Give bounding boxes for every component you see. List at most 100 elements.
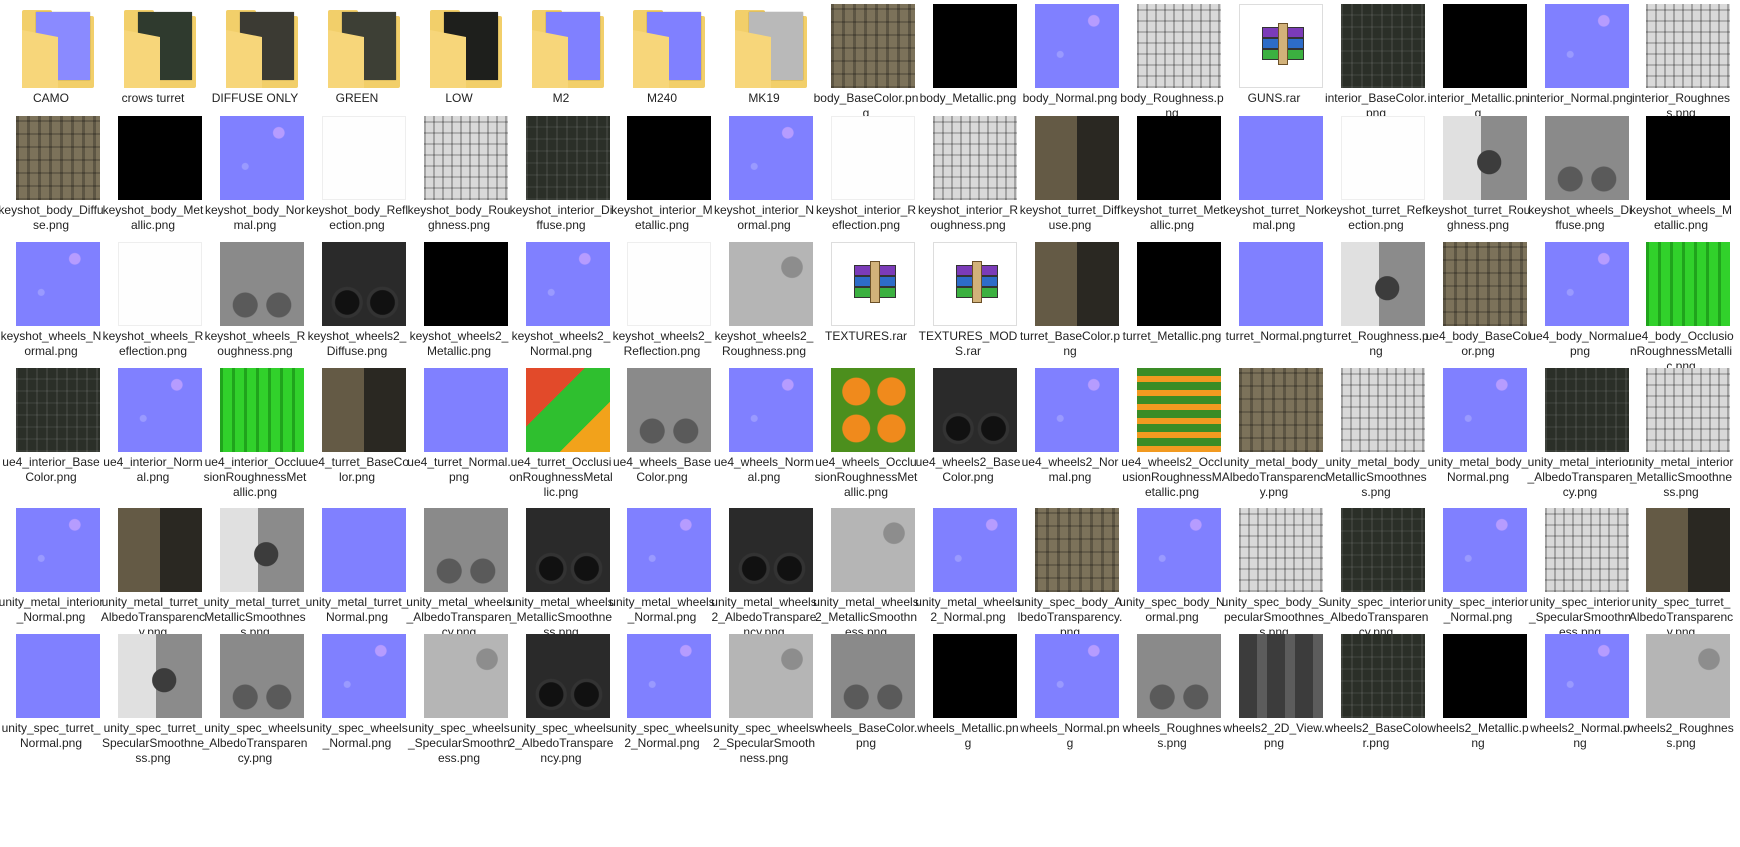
image-file-item[interactable]: unity_spec_wheels_SpecularSmoothness.png (408, 634, 510, 774)
image-file-item[interactable]: wheels_Normal.png (1019, 634, 1121, 774)
image-file-item[interactable]: unity_spec_body_AlbedoTransparency.png (1018, 508, 1122, 648)
archive-item[interactable]: TEXTURES.rar (815, 242, 917, 382)
image-file-item[interactable]: wheels_Roughness.png (1121, 634, 1223, 774)
image-file-item[interactable]: unity_spec_interior_AlbedoTransparency.p… (1324, 508, 1428, 648)
image-file-item[interactable]: keyshot_body_Normal.png (204, 116, 306, 256)
texture-thumbnail (831, 508, 915, 592)
file-name-label: turret_BaseColor.png (1019, 329, 1121, 358)
image-file-item[interactable]: keyshot_turret_Roughness.png (1426, 116, 1530, 256)
image-file-item[interactable]: ue4_interior_BaseColor.png (0, 368, 102, 508)
archive-item[interactable]: TEXTURES_MODS.rar (917, 242, 1019, 382)
image-file-item[interactable]: keyshot_body_Reflection.png (306, 116, 408, 256)
image-file-item[interactable]: unity_spec_interior_SpecularSmoothness.p… (1529, 508, 1631, 648)
image-file-item[interactable]: ue4_body_Normal.png (1529, 242, 1631, 382)
image-file-item[interactable]: unity_metal_body_MetallicSmoothness.png (1325, 368, 1427, 508)
file-name-label: unity_metal_body_Normal.png (1427, 455, 1529, 484)
image-file-item[interactable]: keyshot_interior_Diffuse.png (510, 116, 612, 256)
image-file-item[interactable]: keyshot_wheels_Metallic.png (1630, 116, 1732, 256)
image-file-item[interactable]: unity_metal_wheels_AlbedoTransparency.pn… (406, 508, 512, 648)
image-file-item[interactable]: unity_spec_wheels_AlbedoTransparency.png (203, 634, 307, 774)
texture-thumbnail (729, 508, 813, 592)
texture-thumbnail (933, 634, 1017, 718)
image-file-item[interactable]: keyshot_interior_Reflection.png (815, 116, 917, 256)
image-file-item[interactable]: keyshot_wheels2_Reflection.png (611, 242, 713, 382)
image-file-item[interactable]: keyshot_wheels_Normal.png (0, 242, 102, 382)
image-file-item[interactable]: unity_spec_interior_Normal.png (1427, 508, 1529, 648)
file-name-label: wheels2_Normal.png (1530, 721, 1630, 750)
image-file-item[interactable]: turret_Roughness.png (1323, 242, 1429, 382)
image-file-item[interactable]: keyshot_turret_Reflection.png (1324, 116, 1428, 256)
image-file-item[interactable]: keyshot_body_Diffuse.png (0, 116, 104, 256)
image-file-item[interactable]: keyshot_interior_Roughness.png (917, 116, 1019, 256)
image-file-item[interactable]: unity_spec_turret_Normal.png (0, 634, 102, 774)
image-file-item[interactable]: wheels2_Normal.png (1529, 634, 1631, 774)
image-file-item[interactable]: wheels2_Metallic.png (1427, 634, 1529, 774)
image-file-item[interactable]: keyshot_wheels_Diffuse.png (1528, 116, 1632, 256)
image-file-item[interactable]: keyshot_wheels2_Normal.png (510, 242, 612, 382)
image-file-item[interactable]: turret_Normal.png (1223, 242, 1325, 382)
image-file-item[interactable]: ue4_body_BaseColor.png (1426, 242, 1530, 382)
image-file-item[interactable]: ue4_body_OcclusionRoughnessMetallic.png (1628, 242, 1734, 382)
image-file-item[interactable]: unity_spec_wheels2_AlbedoTransparency.pn… (509, 634, 613, 774)
file-name-label: unity_metal_interior_MetallicSmoothness.… (1628, 455, 1734, 499)
image-file-item[interactable]: keyshot_turret_Diffuse.png (1019, 116, 1121, 256)
image-file-item[interactable]: keyshot_turret_Normal.png (1223, 116, 1325, 256)
image-file-item[interactable]: wheels2_BaseColor.png (1325, 634, 1427, 774)
texture-thumbnail (322, 634, 406, 718)
image-file-item[interactable]: unity_spec_wheels2_Normal.png (611, 634, 713, 774)
image-file-item[interactable]: unity_spec_body_SpecularSmoothness.png (1222, 508, 1326, 648)
file-name-label: ue4_wheels_OcclusionRoughnessMetallic.pn… (814, 455, 918, 499)
file-name-label: ue4_turret_Normal.png (407, 455, 511, 484)
image-file-item[interactable]: turret_Metallic.png (1121, 242, 1223, 382)
image-file-item[interactable]: keyshot_wheels2_Diffuse.png (306, 242, 408, 382)
image-file-item[interactable]: keyshot_wheels_Reflection.png (102, 242, 204, 382)
image-file-item[interactable]: unity_metal_interior_MetallicSmoothness.… (1628, 368, 1734, 508)
image-file-item[interactable]: ue4_interior_Normal.png (102, 368, 204, 508)
image-file-item[interactable]: unity_metal_turret_AlbedoTransparency.pn… (101, 508, 205, 648)
image-file-item[interactable]: wheels_Metallic.png (917, 634, 1019, 774)
image-file-item[interactable]: wheels2_2D_View.png (1223, 634, 1325, 774)
file-name-label: body_Normal.png (1022, 91, 1118, 105)
image-file-item[interactable]: ue4_wheels2_BaseColor.png (916, 368, 1020, 508)
image-file-item[interactable]: unity_spec_wheels2_SpecularSmoothness.pn… (713, 634, 815, 774)
image-file-item[interactable]: ue4_wheels2_OcclusionRoughnessMetallic.p… (1121, 368, 1223, 508)
image-file-item[interactable]: unity_metal_wheels_Normal.png (609, 508, 715, 648)
image-file-item[interactable]: keyshot_wheels2_Metallic.png (408, 242, 510, 382)
image-file-item[interactable]: unity_spec_turret_SpecularSmoothness.png (102, 634, 204, 774)
image-file-item[interactable]: ue4_wheels2_Normal.png (1019, 368, 1121, 508)
image-file-item[interactable]: turret_BaseColor.png (1019, 242, 1121, 382)
file-name-label: keyshot_wheels_Roughness.png (204, 329, 306, 358)
image-file-item[interactable]: keyshot_turret_Metallic.png (1121, 116, 1223, 256)
image-file-item[interactable]: unity_metal_wheels2_AlbedoTransparency.p… (711, 508, 817, 648)
image-file-item[interactable]: ue4_turret_Normal.png (407, 368, 511, 508)
texture-thumbnail (526, 508, 610, 592)
image-file-item[interactable]: unity_metal_body_AlbedoTransparency.png (1222, 368, 1326, 508)
image-file-item[interactable]: wheels2_Roughness.png (1628, 634, 1734, 774)
image-file-item[interactable]: ue4_turret_BaseColor.png (305, 368, 409, 508)
image-file-item[interactable]: ue4_wheels_BaseColor.png (611, 368, 713, 508)
image-file-item[interactable]: ue4_interior_OcclusionRoughnessMetallic.… (204, 368, 306, 508)
image-file-item[interactable]: ue4_wheels_Normal.png (713, 368, 815, 508)
image-file-item[interactable]: unity_metal_turret_MetallicSmoothness.pn… (204, 508, 306, 648)
image-file-item[interactable]: unity_metal_turret_Normal.png (306, 508, 408, 648)
image-file-item[interactable]: ue4_wheels_OcclusionRoughnessMetallic.pn… (815, 368, 917, 508)
image-file-item[interactable]: keyshot_interior_Metallic.png (611, 116, 713, 256)
image-file-item[interactable]: keyshot_wheels2_Roughness.png (713, 242, 815, 382)
winrar-archive-icon (1239, 4, 1323, 88)
image-file-item[interactable]: unity_spec_body_Normal.png (1119, 508, 1225, 648)
image-file-item[interactable]: unity_metal_wheels2_MetallicSmoothness.p… (813, 508, 919, 648)
image-file-item[interactable]: unity_metal_interior_AlbedoTransparency.… (1528, 368, 1632, 508)
image-file-item[interactable]: unity_metal_interior_Normal.png (0, 508, 103, 648)
image-file-item[interactable]: unity_metal_wheels2_Normal.png (915, 508, 1021, 648)
image-file-item[interactable]: unity_metal_wheels_MetallicSmoothness.pn… (508, 508, 614, 648)
image-file-item[interactable]: keyshot_wheels_Roughness.png (204, 242, 306, 382)
image-file-item[interactable]: unity_spec_wheels_Normal.png (306, 634, 408, 774)
image-file-item[interactable]: unity_metal_body_Normal.png (1427, 368, 1529, 508)
image-file-item[interactable]: keyshot_interior_Normal.png (713, 116, 815, 256)
image-file-item[interactable]: keyshot_body_Roughness.png (408, 116, 510, 256)
file-name-label: ue4_body_Normal.png (1529, 329, 1631, 358)
image-file-item[interactable]: wheels_BaseColor.png (815, 634, 917, 774)
image-file-item[interactable]: keyshot_body_Metallic.png (102, 116, 204, 256)
image-file-item[interactable]: unity_spec_turret_AlbedoTransparency.png (1629, 508, 1733, 648)
image-file-item[interactable]: ue4_turret_OcclusionRoughnessMetallic.pn… (509, 368, 613, 508)
